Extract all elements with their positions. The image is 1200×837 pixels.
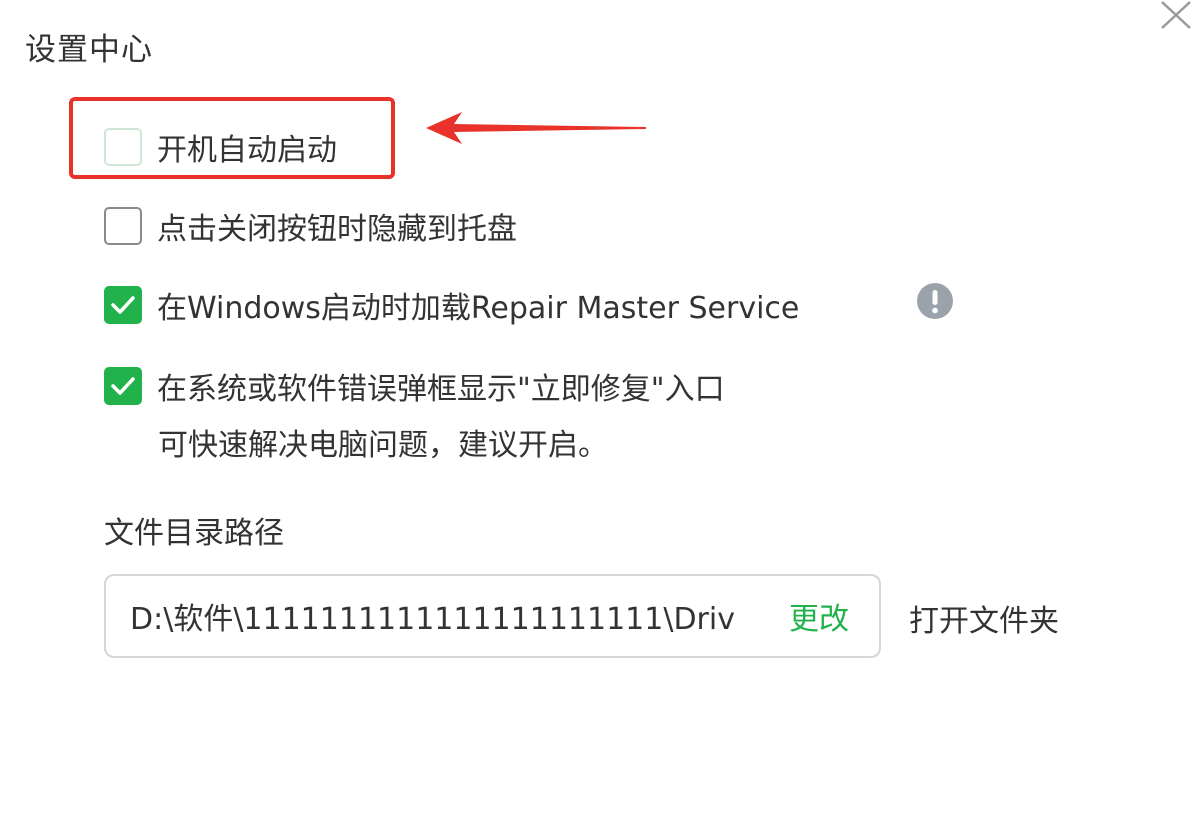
auto-start-checkbox[interactable] [104,128,142,166]
show-fix-entry-checkbox[interactable] [104,367,142,405]
option-load-service[interactable]: 在Windows启动时加载Repair Master Service [104,283,799,327]
checkmark-icon [111,377,135,395]
option-show-fix-entry[interactable]: 在系统或软件错误弹框显示"立即修复"入口 [104,364,725,408]
show-fix-entry-label: 在系统或软件错误弹框显示"立即修复"入口 [157,372,725,407]
hide-to-tray-checkbox[interactable] [104,207,142,245]
show-fix-entry-sublabel: 可快速解决电脑问题，建议开启。 [158,428,608,463]
change-directory-button[interactable]: 更改 [771,594,879,638]
option-auto-start[interactable]: 开机自动启动 [104,125,337,169]
close-icon [1161,1,1191,29]
dialog-title: 设置中心 [25,32,153,68]
directory-path-box: 更改 [104,574,881,658]
directory-section-label: 文件目录路径 [104,516,284,551]
settings-dialog: 设置中心 开机自动启动 点击关闭按钮时隐藏到托盘 在Windows启动时加载Re… [0,0,1200,837]
auto-start-label: 开机自动启动 [157,133,337,168]
load-service-checkbox[interactable] [104,286,142,324]
close-button[interactable] [1156,0,1196,30]
option-hide-to-tray[interactable]: 点击关闭按钮时隐藏到托盘 [104,204,517,248]
info-exclamation-icon[interactable] [916,282,954,320]
red-arrow-icon [426,112,646,144]
directory-path-input[interactable] [106,597,771,635]
load-service-label: 在Windows启动时加载Repair Master Service [157,291,800,326]
checkmark-icon [111,296,135,314]
hide-to-tray-label: 点击关闭按钮时隐藏到托盘 [157,212,517,247]
open-folder-button[interactable]: 打开文件夹 [909,596,1059,640]
